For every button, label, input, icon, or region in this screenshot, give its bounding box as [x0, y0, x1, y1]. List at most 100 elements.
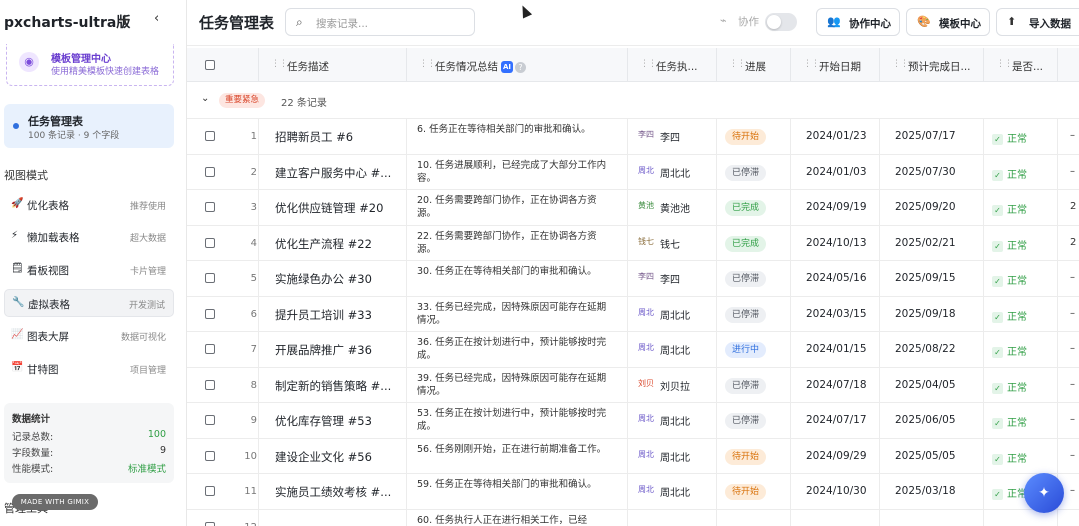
table-cell[interactable]: 2024/10/13 — [791, 225, 880, 261]
table-cell[interactable]: – — [1058, 439, 1079, 475]
table-cell[interactable]: 2024/03/15 — [791, 296, 880, 332]
table-cell[interactable]: 2024/09/29 — [791, 438, 880, 474]
group-header-row[interactable]: ⌄ 重要紧急 22 条记录 — [187, 82, 1079, 119]
header-progress[interactable]: ⋮⋮ 进展 — [717, 48, 791, 82]
table-cell[interactable]: 已完成 — [717, 190, 791, 226]
table-cell[interactable]: 2024/01/03 — [791, 154, 880, 190]
help-icon[interactable]: ? — [515, 61, 526, 73]
import-data-button[interactable]: ⬆ 导入数据 — [996, 8, 1079, 36]
header-start-date[interactable]: ⋮⋮ 开始日期 — [791, 48, 880, 82]
table-cell[interactable]: 周北 周北北 — [628, 438, 717, 474]
table-cell[interactable]: 2025/03/18 — [880, 474, 984, 510]
table-cell[interactable]: 2024/01/15 — [791, 332, 880, 368]
table-row[interactable]: 2 建立客户服务中心 #... 10. 任务进展顺利，已经完成了大部分工作内容。 周北… — [187, 154, 1079, 190]
row-checkbox[interactable] — [205, 237, 215, 248]
status-badge[interactable]: 已停滞 — [725, 271, 767, 287]
table-cell[interactable]: 周北 周北北 — [628, 403, 717, 439]
table-cell[interactable]: 开展品牌推广 #36 — [259, 332, 407, 368]
table-cell[interactable]: 制定新的销售策略 #... — [259, 367, 407, 403]
table-cell[interactable]: ✓ 正常 — [984, 438, 1058, 474]
table-cell[interactable]: 进行中 — [717, 332, 791, 368]
table-cell[interactable]: 2025/04/05 — [880, 367, 984, 403]
table-row[interactable]: 9 优化库存管理 #53 53. 任务正在按计划进行中，预计能够按时完成。 周北 周北北… — [187, 403, 1079, 439]
table-cell[interactable]: ✓ 正常 — [984, 190, 1058, 226]
select-all-checkbox[interactable] — [205, 60, 215, 70]
collab-toggle[interactable] — [765, 13, 797, 31]
table-cell[interactable]: 60. 任务执行人正在进行相关工作，已经 — [407, 509, 628, 526]
status-badge[interactable]: 已停滞 — [725, 413, 767, 429]
status-badge[interactable]: 进行中 — [725, 342, 767, 358]
table-cell[interactable]: 黄池 黄池池 — [628, 190, 717, 226]
drag-handle-icon[interactable]: ⋮⋮ — [419, 59, 436, 69]
drag-handle-icon[interactable]: ⋮⋮ — [996, 59, 1013, 69]
status-badge[interactable]: 已完成 — [725, 235, 767, 252]
table-cell[interactable] — [880, 509, 984, 526]
table-cell[interactable]: – — [1058, 332, 1079, 368]
table-cell[interactable]: 22. 任务需要跨部门协作，正在协调各方资源。 — [407, 225, 628, 261]
table-cell[interactable]: 李四 李四 — [628, 261, 717, 297]
drag-handle-icon[interactable]: ⋮⋮ — [640, 59, 657, 69]
table-cell[interactable]: 已停滞 — [717, 154, 791, 190]
table-cell[interactable]: 建立客户服务中心 #... — [259, 154, 407, 190]
sidebar-item-view[interactable]: 📅 甘特图 项目管理 — [4, 355, 174, 383]
row-checkbox[interactable] — [205, 415, 215, 425]
table-cell[interactable]: 优化库存管理 #53 — [259, 403, 407, 439]
table-cell[interactable]: 刘贝 刘贝拉 — [628, 367, 717, 403]
status-badge[interactable]: 待开始 — [725, 129, 767, 145]
table-row[interactable]: 12 60. 任务执行人正在进行相关工作，已经 — [187, 509, 1079, 526]
status-badge[interactable]: 已停滞 — [725, 164, 767, 181]
sidebar-item-view[interactable]: 📈 图表大屏 数据可视化 — [4, 322, 174, 350]
collab-center-button[interactable]: 👥 协作中心 — [816, 8, 900, 36]
row-checkbox[interactable] — [205, 379, 215, 390]
table-cell[interactable]: 2024/07/17 — [791, 403, 880, 439]
table-cell[interactable]: 2024/05/16 — [791, 261, 880, 297]
table-cell[interactable]: ✓ 正常 — [984, 332, 1058, 368]
table-cell[interactable]: 36. 任务正在按计划进行中，预计能够按时完成。 — [407, 332, 628, 368]
row-checkbox[interactable] — [205, 344, 215, 354]
table-cell[interactable]: – — [1058, 261, 1079, 297]
template-center-card[interactable]: ◉ 模板管理中心 使用精美模板快速创建表格 — [6, 44, 174, 86]
table-cell[interactable]: 10. 任务进展顺利，已经完成了大部分工作内容。 — [407, 154, 628, 190]
table-cell[interactable]: 33. 任务已经完成，因特殊原因可能存在延期情况。 — [407, 296, 628, 332]
table-cell[interactable]: 周北 周北北 — [628, 154, 717, 190]
header-title[interactable]: ⋮⋮ 任务描述 — [259, 48, 407, 82]
status-badge[interactable]: 待开始 — [725, 448, 767, 465]
table-cell[interactable]: 2025/07/30 — [880, 154, 984, 190]
table-cell[interactable]: 20. 任务需要跨部门协作，正在协调各方资源。 — [407, 190, 628, 226]
table-cell[interactable]: 实施员工绩效考核 #... — [259, 474, 407, 510]
plus-icon[interactable]: + — [118, 10, 131, 29]
row-checkbox[interactable] — [205, 486, 215, 496]
sidebar-item-task-table[interactable]: 任务管理表 100 条记录 · 9 个字段 — [4, 104, 174, 148]
row-checkbox[interactable] — [205, 450, 215, 461]
sidebar-item-view[interactable]: 🚀 优化表格 推荐使用 — [4, 191, 174, 219]
sparkle-icon[interactable]: ✦ — [1024, 473, 1064, 513]
table-cell[interactable]: – — [1058, 119, 1079, 155]
table-cell[interactable]: 2025/02/21 — [880, 225, 984, 261]
table-cell[interactable]: 53. 任务正在按计划进行中，预计能够按时完成。 — [407, 403, 628, 439]
drag-handle-icon[interactable]: ⋮⋮ — [892, 59, 909, 69]
table-cell[interactable]: 招聘新员工 #6 — [259, 119, 407, 155]
table-row[interactable]: 10 建设企业文化 #56 56. 任务刚刚开始，正在进行前期准备工作。 周北 周北北待… — [187, 438, 1079, 475]
row-checkbox[interactable] — [205, 273, 215, 283]
table-cell[interactable]: – — [1058, 297, 1079, 333]
drag-handle-icon[interactable]: ⋮⋮ — [803, 59, 820, 69]
table-row[interactable]: 6 提升员工培训 #33 33. 任务已经完成，因特殊原因可能存在延期情况。 周北 周北… — [187, 296, 1079, 333]
drag-handle-icon[interactable]: ⋮⋮ — [271, 59, 288, 69]
table-cell[interactable]: 周北 周北北 — [628, 296, 717, 332]
header-health[interactable]: ⋮⋮ 是否... — [984, 48, 1058, 82]
row-checkbox[interactable] — [205, 131, 215, 141]
table-cell[interactable] — [791, 509, 880, 526]
table-cell[interactable]: 59. 任务正在等待相关部门的审批和确认。 — [407, 474, 628, 510]
table-cell[interactable] — [1058, 510, 1079, 526]
table-cell[interactable]: 已停滞 — [717, 261, 791, 297]
table-row[interactable]: 4 优化生产流程 #22 22. 任务需要跨部门协作，正在协调各方资源。 钱七 钱七 已完… — [187, 225, 1079, 261]
table-cell[interactable]: ✓ 正常 — [984, 119, 1058, 155]
table-cell[interactable]: 优化供应链管理 #20 — [259, 190, 407, 226]
table-cell[interactable]: 实施绿色办公 #30 — [259, 261, 407, 297]
table-row[interactable]: 3 优化供应链管理 #20 20. 任务需要跨部门协作，正在协调各方资源。 黄池 黄池池… — [187, 190, 1079, 226]
table-cell[interactable]: 待开始 — [717, 438, 791, 474]
table-cell[interactable]: 30. 任务正在等待相关部门的审批和确认。 — [407, 261, 628, 297]
ai-badge-icon[interactable]: AI — [501, 61, 513, 73]
table-cell[interactable]: 2025/09/15 — [880, 261, 984, 297]
table-row[interactable]: 7 开展品牌推广 #36 36. 任务正在按计划进行中，预计能够按时完成。 周北 周北北… — [187, 332, 1079, 368]
